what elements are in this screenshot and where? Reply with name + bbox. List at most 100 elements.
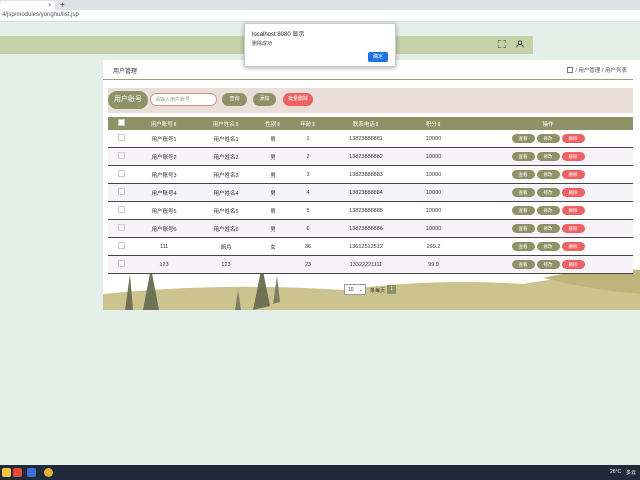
cell-points: 10000 <box>404 165 463 184</box>
row-actions: 查看 修改 删除 <box>463 255 633 274</box>
row-actions: 查看 修改 删除 <box>463 147 633 166</box>
cell-points: 99.9 <box>404 255 463 274</box>
table-row: 用户账号5 用户姓名5 男 5 13823888885 10000 查看 修改 删除 <box>108 201 633 220</box>
cell-gender: 男 <box>258 147 288 166</box>
address-bar[interactable]: 4/jsp/modules/yonghu/list.jsp <box>0 10 640 22</box>
delete-button[interactable]: 删除 <box>561 260 585 269</box>
select-all-checkbox[interactable] <box>117 119 125 126</box>
table-header-row: 用户账号⇕ 用户姓名⇕ 性别⇕ 年龄⇕ 联系电话⇕ 积分⇕ 操作 <box>108 117 633 130</box>
expand-icon[interactable] <box>497 39 507 50</box>
row-checkbox[interactable] <box>117 188 125 195</box>
row-checkbox[interactable] <box>117 152 125 159</box>
col-phone[interactable]: 联系电话⇕ <box>328 117 404 130</box>
cell-account: 用户账号5 <box>134 201 194 220</box>
edit-button[interactable]: 修改 <box>536 170 560 179</box>
delete-button[interactable]: 删除 <box>561 224 585 233</box>
new-tab-icon[interactable]: + <box>60 0 65 10</box>
row-select-cell <box>108 183 134 202</box>
breadcrumb: / 用户管理 / 用户列表 <box>567 66 627 74</box>
edit-button[interactable]: 修改 <box>536 134 560 143</box>
cell-account: 用户账号6 <box>134 219 194 238</box>
col-gender[interactable]: 性别⇕ <box>258 117 288 130</box>
cell-phone: 13823888882 <box>328 147 404 166</box>
delete-button[interactable]: 删除 <box>561 134 585 143</box>
query-button[interactable]: 查询 <box>222 93 247 106</box>
alert-message: 删除成功 <box>252 41 273 47</box>
app-icon[interactable] <box>13 468 22 477</box>
table-row: 用户账号6 用户姓名6 男 6 13823888886 10000 查看 修改 删除 <box>108 219 633 238</box>
chrome-icon[interactable] <box>44 468 53 477</box>
folder-icon[interactable] <box>2 468 11 477</box>
cell-points: 10000 <box>404 147 463 166</box>
col-actions: 操作 <box>463 117 633 130</box>
cell-name: 用户姓名5 <box>194 201 258 220</box>
edit-button[interactable]: 修改 <box>536 224 560 233</box>
row-checkbox[interactable] <box>117 206 125 213</box>
search-input[interactable] <box>150 93 217 106</box>
row-select-cell <box>108 147 134 166</box>
cell-gender: 男 <box>258 219 288 238</box>
cell-phone: 13612512512 <box>328 237 404 256</box>
edit-button[interactable]: 修改 <box>536 242 560 251</box>
edit-button[interactable]: 修改 <box>536 206 560 215</box>
delete-button[interactable]: 删除 <box>561 152 585 161</box>
delete-button[interactable]: 删除 <box>561 206 585 215</box>
edit-button[interactable]: 修改 <box>536 188 560 197</box>
col-points[interactable]: 积分⇕ <box>404 117 463 130</box>
row-actions: 查看 修改 删除 <box>463 165 633 184</box>
col-account[interactable]: 用户账号⇕ <box>134 117 194 130</box>
home-icon[interactable] <box>567 67 574 73</box>
batch-delete-button[interactable]: 批量删除 <box>283 93 313 106</box>
chevron-down-icon: ⌄ <box>358 287 363 293</box>
weather-status: 多云 <box>626 470 637 476</box>
view-button[interactable]: 查看 <box>511 170 535 179</box>
row-checkbox[interactable] <box>117 224 125 231</box>
user-table: 用户账号⇕ 用户姓名⇕ 性别⇕ 年龄⇕ 联系电话⇕ 积分⇕ 操作 用户账号1 用户… <box>108 117 633 274</box>
edit-button[interactable]: 修改 <box>536 152 560 161</box>
search-label: 用户账号 <box>108 91 148 109</box>
cell-age: 6 <box>288 219 328 238</box>
view-button[interactable]: 查看 <box>511 242 535 251</box>
row-checkbox[interactable] <box>117 242 125 249</box>
row-select-cell <box>108 255 134 274</box>
tab-close-icon[interactable]: × <box>48 2 52 10</box>
page-size-select[interactable]: 10 ⌄ <box>344 284 366 295</box>
row-select-cell <box>108 130 134 148</box>
cell-name: 用户姓名2 <box>194 147 258 166</box>
url-text[interactable]: 4/jsp/modules/yonghu/list.jsp <box>2 12 79 18</box>
select-all-header[interactable] <box>108 117 134 130</box>
cell-account: 123 <box>134 255 194 274</box>
cell-phone: 13322221111 <box>328 255 404 274</box>
cell-phone: 13823888881 <box>328 130 404 148</box>
user-icon[interactable] <box>515 40 525 50</box>
col-age[interactable]: 年龄⇕ <box>288 117 328 130</box>
app-icon[interactable] <box>27 468 36 477</box>
row-checkbox[interactable] <box>117 170 125 177</box>
view-button[interactable]: 查看 <box>511 224 535 233</box>
table-row: 用户账号1 用户姓名1 男 1 13823888881 10000 查看 修改 删除 <box>108 130 633 148</box>
cell-account: 111 <box>134 237 194 256</box>
table-row: 用户账号3 用户姓名3 男 3 13823888883 10000 查看 修改 删除 <box>108 165 633 184</box>
row-checkbox[interactable] <box>117 134 125 141</box>
view-button[interactable]: 查看 <box>511 260 535 269</box>
cell-gender <box>258 255 288 274</box>
view-button[interactable]: 查看 <box>511 188 535 197</box>
cell-gender: 男 <box>258 165 288 184</box>
view-button[interactable]: 查看 <box>511 152 535 161</box>
breadcrumb-text[interactable]: / 用户管理 / 用户列表 <box>575 68 627 74</box>
add-button[interactable]: 添加 <box>253 93 276 106</box>
delete-button[interactable]: 删除 <box>561 188 585 197</box>
col-name[interactable]: 用户姓名⇕ <box>194 117 258 130</box>
browser-tab[interactable]: × <box>0 1 55 10</box>
view-button[interactable]: 查看 <box>511 134 535 143</box>
alert-ok-button[interactable]: 确定 <box>368 52 388 62</box>
edit-button[interactable]: 修改 <box>536 260 560 269</box>
delete-button[interactable]: 删除 <box>561 170 585 179</box>
row-checkbox[interactable] <box>117 260 125 267</box>
cell-name: 用户姓名6 <box>194 219 258 238</box>
view-button[interactable]: 查看 <box>511 206 535 215</box>
delete-button[interactable]: 删除 <box>561 242 585 251</box>
cell-age: 23 <box>288 255 328 274</box>
cell-phone: 13823888885 <box>328 201 404 220</box>
page-number-current[interactable]: 1 <box>387 285 396 294</box>
